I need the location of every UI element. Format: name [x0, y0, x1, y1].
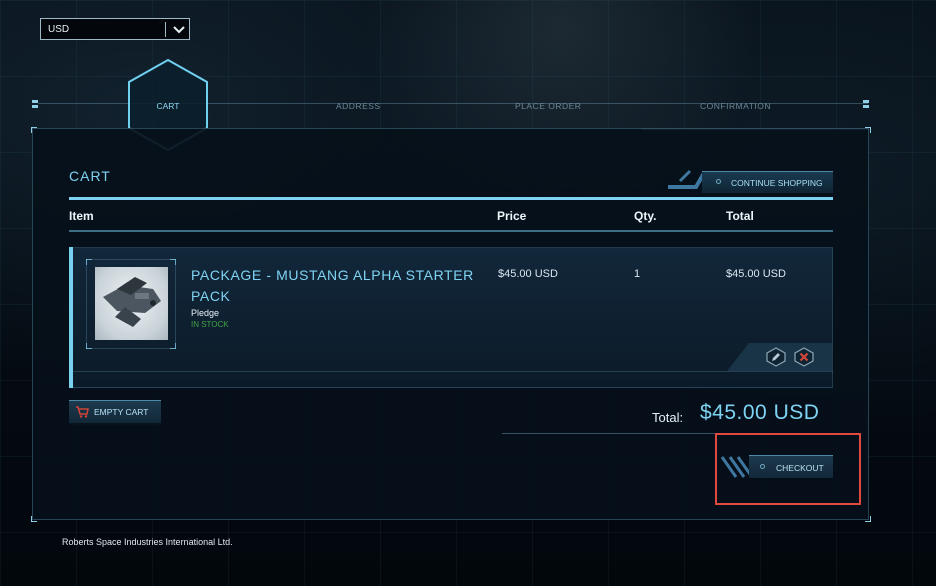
- column-item: Item: [69, 209, 94, 223]
- footer-text: Roberts Space Industries International L…: [62, 537, 233, 547]
- step-place-order[interactable]: PLACE ORDER: [515, 101, 581, 111]
- total-label: Total:: [652, 410, 684, 425]
- steps-cap-left-2: [32, 105, 38, 108]
- item-total: $45.00 USD: [726, 268, 786, 280]
- empty-cart-label: EMPTY CART: [94, 407, 149, 417]
- column-rule: [69, 230, 833, 232]
- step-address[interactable]: ADDRESS: [336, 101, 381, 111]
- panel-corner: [31, 127, 37, 133]
- panel-corner: [865, 516, 871, 522]
- stock-status: IN STOCK: [191, 320, 229, 329]
- back-arrow-icon: [668, 169, 706, 189]
- row-accent: [69, 247, 73, 388]
- total-value: $45.00 USD: [700, 401, 820, 424]
- row-divider: [73, 371, 833, 372]
- cart-title: CART: [69, 168, 111, 184]
- continue-shopping-button[interactable]: CONTINUE SHOPPING: [666, 169, 833, 193]
- panel-corner: [865, 127, 871, 133]
- checkout-highlight: [715, 433, 861, 505]
- ship-icon: [103, 277, 161, 327]
- item-price: $45.00 USD: [498, 268, 558, 280]
- currency-divider: [165, 22, 166, 37]
- chevron-down-icon[interactable]: [170, 20, 188, 38]
- column-total: Total: [726, 209, 754, 223]
- continue-shopping-label: CONTINUE SHOPPING: [731, 178, 823, 188]
- column-qty: Qty.: [634, 209, 657, 223]
- ship-image[interactable]: [95, 267, 168, 340]
- bullet-icon: [716, 179, 721, 184]
- cart-icon: [76, 406, 89, 418]
- step-cart-label: CART: [156, 101, 180, 111]
- column-price: Price: [497, 209, 527, 223]
- currency-select[interactable]: USD: [40, 18, 190, 40]
- empty-cart-button[interactable]: EMPTY CART: [69, 400, 161, 425]
- steps-cap-left: [32, 100, 38, 103]
- panel-corner: [31, 516, 37, 522]
- edit-icon[interactable]: [766, 347, 786, 367]
- currency-value: USD: [48, 24, 70, 35]
- steps-cap-right-2: [863, 105, 869, 108]
- product-type: Pledge: [191, 308, 220, 318]
- step-confirmation[interactable]: CONFIRMATION: [700, 101, 771, 111]
- steps-cap-right: [863, 100, 869, 103]
- item-qty: 1: [634, 268, 641, 280]
- header-rule: [69, 197, 833, 200]
- remove-icon[interactable]: [794, 347, 814, 367]
- product-name[interactable]: PACKAGE - MUSTANG ALPHA STARTER PACK: [191, 265, 481, 307]
